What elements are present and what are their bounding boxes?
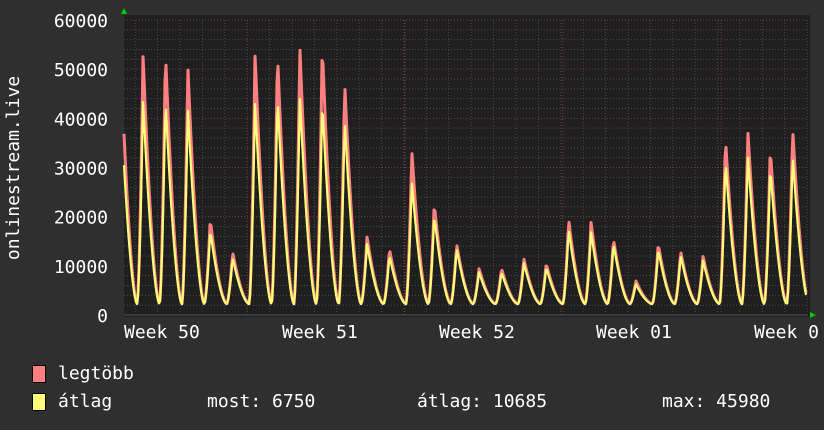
x-tick-label: Week 50	[124, 322, 200, 340]
legend-max: legtöbb	[32, 363, 134, 384]
y-tick-label: 60000	[54, 11, 108, 32]
legend-swatch-max	[32, 364, 46, 383]
legend-label-max: legtöbb	[58, 363, 134, 384]
y-axis-ticks: 0 10000 20000 30000 40000 50000 60000	[54, 11, 108, 327]
y-tick-label: 0	[97, 306, 108, 327]
x-tick-label: Week 51	[282, 322, 358, 340]
legend-swatch-avg	[32, 392, 46, 411]
y-axis-label: onlinestream.live	[3, 76, 24, 260]
legend-current-value: most: 6750	[207, 391, 316, 412]
chart: 0100002000030000400005000060000 Week 50 W…	[3, 8, 819, 340]
x-tick-label: Week 01	[596, 322, 672, 340]
legend-avg: átlag most: 6750 átlag: 10685 max: 45980	[32, 391, 822, 412]
x-axis-arrow-icon	[810, 312, 816, 318]
y-tick-label: 50000	[54, 60, 108, 81]
y-tick-label: 30000	[54, 159, 108, 180]
x-tick-label: Week 52	[439, 322, 515, 340]
y-tick-label: 10000	[54, 257, 108, 278]
x-axis-ticks: Week 50 Week 51 Week 52 Week 01 Week 0	[124, 322, 819, 340]
y-tick-label: 40000	[54, 109, 108, 130]
legend-label-avg: átlag	[58, 391, 113, 412]
y-tick-label: 20000	[54, 208, 108, 229]
legend-max-value: max: 45980	[662, 391, 771, 412]
x-tick-label: Week 0	[754, 322, 819, 340]
legend-average-value: átlag: 10685	[417, 391, 548, 412]
y-axis-arrow-icon	[121, 8, 127, 14]
